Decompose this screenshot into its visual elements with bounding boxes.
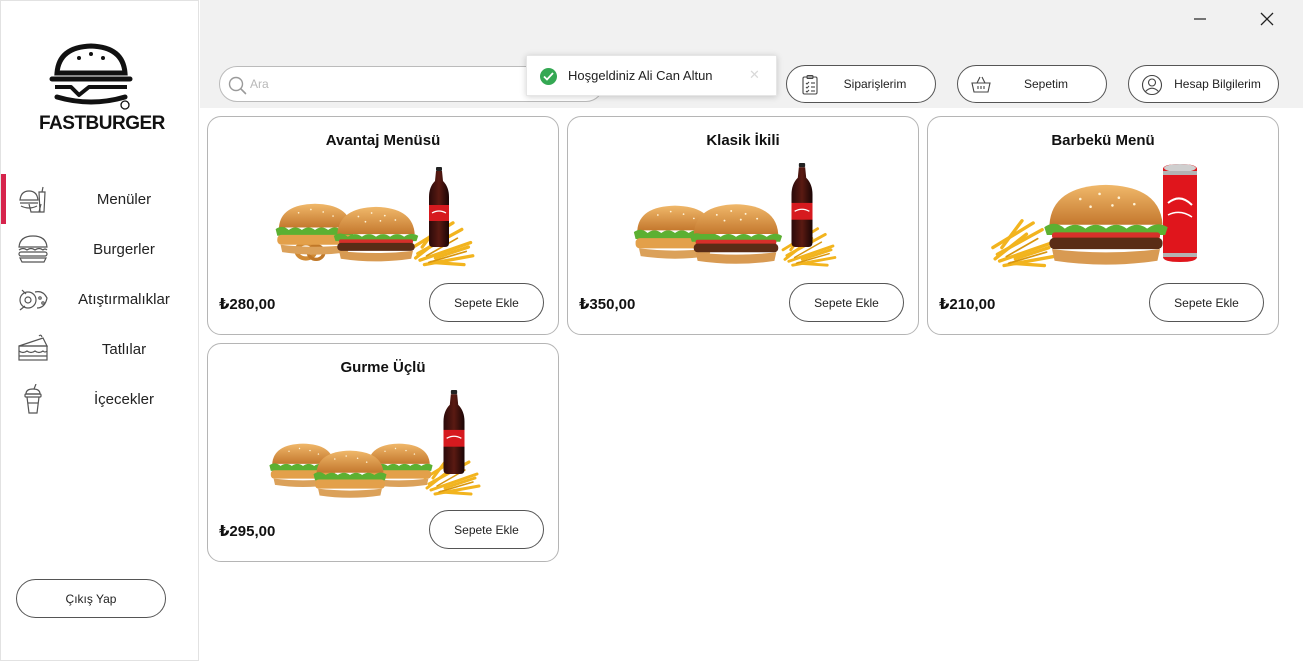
sidebar-item-label: Burgerler — [93, 240, 155, 258]
cart-label: Sepetim — [1023, 77, 1069, 91]
product-card: Barbekü Menü ₺210,00 Sepete Ekle — [927, 116, 1279, 335]
drink-cup-icon — [24, 384, 42, 414]
burger-icon — [18, 235, 48, 263]
user-circle-icon — [1141, 74, 1163, 96]
product-title: Barbekü Menü — [1051, 132, 1155, 149]
toast-close-icon[interactable]: ✕ — [749, 67, 760, 83]
menu-combo-icon — [19, 186, 46, 213]
clipboard-list-icon — [802, 74, 818, 95]
sidebar-item-label: Tatlılar — [101, 340, 147, 358]
sidebar-item-atistirmaliklar[interactable]: Atıştırmalıklar — [1, 274, 199, 324]
add-to-cart-button[interactable]: Sepete Ekle — [1149, 283, 1264, 322]
product-card: Avantaj Menüsü ₺280,00 Sepete Ekle — [207, 116, 559, 335]
sidebar-item-label: İçecekler — [93, 390, 155, 408]
product-image — [275, 167, 475, 267]
welcome-toast: Hoşgeldiniz Ali Can Altun ✕ — [526, 55, 777, 96]
logout-button[interactable]: Çıkış Yap — [16, 579, 166, 618]
account-label: Hesap Bilgilerim — [1174, 77, 1261, 91]
burger-logo-icon — [49, 43, 133, 110]
brand-name: FASTBURGER — [39, 113, 165, 134]
basket-icon — [971, 76, 991, 93]
minimize-button[interactable] — [1190, 8, 1210, 30]
minimize-icon — [1194, 18, 1206, 20]
product-image — [269, 390, 481, 498]
product-image — [633, 163, 837, 267]
snacks-icon — [19, 289, 48, 311]
sidebar-item-tatlilar[interactable]: Tatlılar — [1, 324, 199, 374]
product-card: Klasik İkili ₺350,00 Sepete Ekle — [567, 116, 919, 335]
add-to-cart-button[interactable]: Sepete Ekle — [789, 283, 904, 322]
sidebar-item-icecekler[interactable]: İçecekler — [1, 374, 199, 424]
product-price: ₺295,00 — [219, 523, 276, 540]
close-icon — [1260, 12, 1274, 26]
cart-button[interactable]: Sepetim — [957, 65, 1107, 103]
product-title: Avantaj Menüsü — [325, 132, 441, 149]
orders-button[interactable]: Siparişlerim — [786, 65, 936, 103]
product-title: Gurme Üçlü — [340, 359, 426, 376]
product-title: Klasik İkili — [706, 132, 780, 149]
product-card: Gurme Üçlü ₺295,00 Sepete Ekle — [207, 343, 559, 562]
orders-label: Siparişlerim — [843, 77, 907, 91]
add-to-cart-button[interactable]: Sepete Ekle — [429, 283, 544, 322]
check-circle-icon — [540, 68, 557, 85]
sidebar-item-label: Menüler — [96, 190, 152, 208]
product-price: ₺350,00 — [579, 296, 636, 313]
close-window-button[interactable] — [1257, 8, 1277, 30]
product-price: ₺280,00 — [219, 296, 276, 313]
cake-icon — [18, 334, 48, 361]
toast-message: Hoşgeldiniz Ali Can Altun — [568, 68, 713, 83]
search-icon — [228, 76, 247, 95]
sidebar: FASTBURGER Menüler Burgerler Atıştırmalı… — [0, 0, 199, 661]
sidebar-item-label: Atıştırmalıklar — [78, 290, 170, 308]
brand-logo: FASTBURGER — [39, 43, 165, 135]
product-image — [991, 163, 1198, 268]
add-to-cart-button[interactable]: Sepete Ekle — [429, 510, 544, 549]
product-price: ₺210,00 — [939, 296, 996, 313]
sidebar-item-burgerler[interactable]: Burgerler — [1, 224, 199, 274]
account-button[interactable]: Hesap Bilgilerim — [1128, 65, 1279, 103]
sidebar-item-menuler[interactable]: Menüler — [1, 174, 199, 224]
